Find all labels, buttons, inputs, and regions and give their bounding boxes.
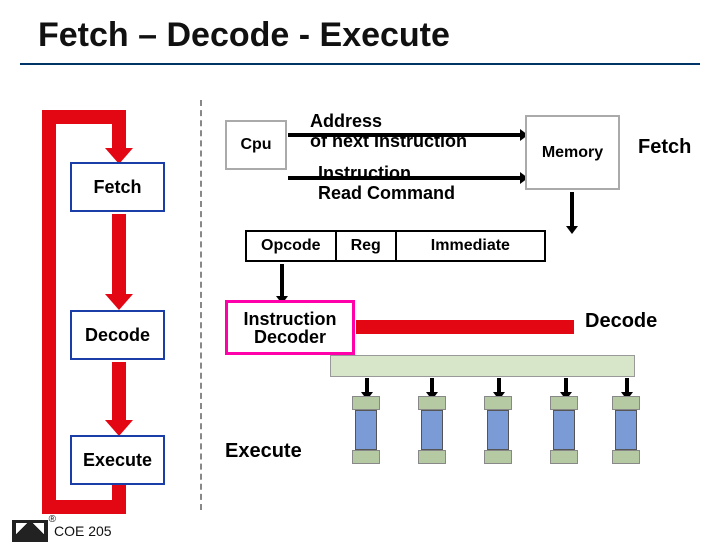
stage-decode-label: Decode: [85, 325, 150, 346]
arrow-mem-to-instr: [570, 192, 574, 226]
read-l2: Read Command: [318, 183, 455, 203]
stage-execute-box: Execute: [70, 435, 165, 485]
execute-label: Execute: [225, 440, 302, 463]
stage-decode-box: Decode: [70, 310, 165, 360]
memory-box: Memory: [525, 115, 620, 190]
exec-unit-5: [612, 396, 640, 466]
read-l1: Instruction: [318, 163, 411, 183]
arrow-decode-execute: [112, 362, 126, 420]
arrow-out-execute: .arrow-red-v[data-name="arrow-out-execut…: [112, 485, 126, 500]
registered-mark: ®: [49, 514, 56, 525]
stage-execute-label: Execute: [83, 450, 152, 471]
instruction-fields: Opcode Reg Immediate: [245, 230, 546, 262]
bus-tap-4: [564, 378, 568, 392]
right-fetch-label: Fetch: [638, 136, 691, 159]
exec-unit-3: [484, 396, 512, 466]
divider-line: [200, 100, 202, 510]
arrow-fetch-decode: [112, 214, 126, 294]
logo-icon: [12, 520, 48, 542]
exec-unit-4: [550, 396, 578, 466]
page-title: Fetch – Decode - Execute: [38, 10, 700, 63]
field-reg: Reg: [337, 232, 397, 260]
decoder-l2: Decoder: [254, 327, 326, 347]
bus-tap-2: [430, 378, 434, 392]
cpu-label: Cpu: [240, 136, 271, 154]
field-immediate: Immediate: [397, 232, 544, 260]
field-opcode: Opcode: [247, 232, 337, 260]
right-decode-label: Decode: [585, 310, 657, 333]
arrow-decoder-out: [356, 320, 574, 334]
footer: ® COE 205: [12, 520, 112, 542]
instruction-decoder-box: InstructionDecoder: [225, 300, 355, 355]
arrow-loop-left: .arrow-red-v[data-name="arrow-loop-left"…: [42, 110, 56, 514]
exec-unit-2: [418, 396, 446, 466]
control-bus: [330, 355, 635, 377]
course-code: COE 205: [54, 523, 112, 539]
bus-tap-1: [365, 378, 369, 392]
bus-tap-5: [625, 378, 629, 392]
cpu-box: Cpu: [225, 120, 287, 170]
decoder-l1: Instruction: [244, 309, 337, 329]
read-command-label: Instruction Read Command: [318, 164, 455, 204]
memory-label: Memory: [542, 144, 603, 162]
addr-l2: of next Instruction: [310, 131, 467, 151]
exec-unit-1: [352, 396, 380, 466]
bus-tap-3: [497, 378, 501, 392]
arrow-opcode-to-decoder: [280, 264, 284, 296]
arrow-loop-top: [42, 110, 126, 124]
addr-l1: Address: [310, 111, 382, 131]
stage-fetch-label: Fetch: [93, 177, 141, 198]
stage-fetch-box: Fetch: [70, 162, 165, 212]
address-label: Address of next Instruction: [310, 112, 467, 152]
diagram-canvas: .arrow-red-v[data-name="arrow-loop-left"…: [0, 80, 720, 550]
